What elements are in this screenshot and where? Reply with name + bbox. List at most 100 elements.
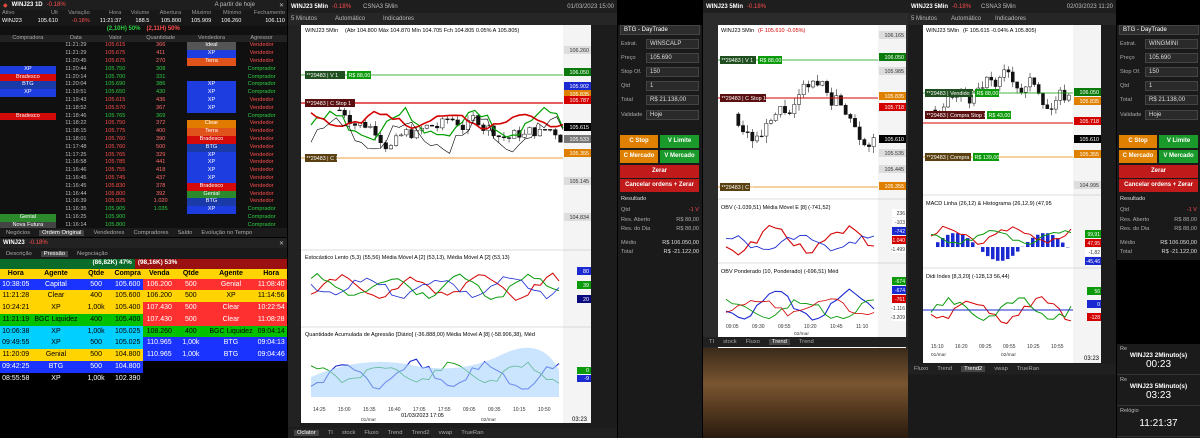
chart2-tab[interactable]: TI: [709, 339, 714, 345]
zero-button[interactable]: Zerar: [1119, 165, 1198, 178]
trade-row[interactable]: Genial 11:16:25 105.900 Comprador: [0, 213, 287, 222]
book-header-cell[interactable]: Hora: [255, 269, 287, 279]
chart3-tab[interactable]: Trend: [937, 366, 952, 372]
chart2-tab[interactable]: Trend: [799, 339, 814, 345]
book-header-cell[interactable]: Qtde: [175, 269, 207, 279]
book-header-cell[interactable]: Compra: [111, 269, 144, 279]
c-stop-button[interactable]: C Stop: [1119, 135, 1157, 148]
trade-row[interactable]: 11:18:22 105.750 372 Clear Vendedor: [0, 120, 287, 129]
book-header-cell[interactable]: Venda: [143, 269, 176, 279]
trade-row[interactable]: 11:17:25 105.765 329 XP Vendedor: [0, 151, 287, 160]
mode-select[interactable]: Automático: [951, 16, 981, 22]
field-price[interactable]: 105.690: [646, 53, 699, 63]
trade-row[interactable]: Bradesco 11:20:14 105.700 331 Comprador: [0, 73, 287, 82]
book-header-cell[interactable]: Agente: [31, 269, 81, 279]
interval-select[interactable]: 5 Minutos: [911, 16, 937, 22]
chart1-tab[interactable]: TrueRan: [461, 430, 483, 436]
trades-header-cell[interactable]: Data: [56, 35, 96, 43]
trades-tab[interactable]: Ordem Original: [39, 229, 85, 236]
field-qty[interactable]: 1: [1145, 81, 1198, 91]
trades-header-cell[interactable]: Compradora: [0, 35, 56, 43]
account-select[interactable]: BTG - DayTrade: [620, 25, 700, 35]
chart2-tab[interactable]: Trend: [768, 339, 790, 345]
book-row[interactable]: 11:21:19 BGC Liquidez 400 105.400 107.430 500…: [0, 313, 287, 326]
trade-row[interactable]: XP 11:19:51 105.650 430 XP Comprador: [0, 89, 287, 97]
v-market-button[interactable]: V Mercado: [660, 150, 699, 163]
book-row[interactable]: 11:20:09 Genial 500 104.800 110.965 1,00k BTG 0…: [0, 349, 287, 362]
field-validity[interactable]: Hoje: [646, 110, 699, 120]
interval-select[interactable]: 5 Minutos: [291, 16, 317, 22]
chart1-tab[interactable]: Trend: [388, 430, 403, 436]
book-tab[interactable]: Negociação: [77, 251, 108, 257]
v-limit-button[interactable]: V Limite: [1159, 135, 1198, 148]
trades-tab[interactable]: Compradores: [133, 230, 168, 236]
field-stop[interactable]: 150: [1145, 67, 1198, 77]
field-price[interactable]: 105.690: [1145, 53, 1198, 63]
indicators-button[interactable]: Indicadores: [995, 16, 1026, 22]
book-header-cell[interactable]: Hora: [0, 269, 32, 279]
field-asset[interactable]: WINSCALP: [646, 39, 699, 49]
trades-header-cell[interactable]: Quantidade: [135, 35, 187, 43]
field-asset[interactable]: WINGMINI: [1145, 39, 1198, 49]
chart1-tab[interactable]: TI: [328, 430, 333, 436]
trade-row[interactable]: XP 11:20:44 105.750 308 Comprador: [0, 65, 287, 74]
trade-row[interactable]: 11:16:58 105.785 441 XP Vendedor: [0, 159, 287, 168]
trade-row[interactable]: 11:19:43 105.615 436 XP Vendedor: [0, 96, 287, 105]
close-icon[interactable]: ✕: [279, 2, 284, 9]
book-tab[interactable]: Pressão: [40, 250, 69, 257]
chart3-tab[interactable]: Fluxo: [914, 366, 928, 372]
trades-tab[interactable]: Evolução no Tempo: [201, 230, 252, 236]
zero-button[interactable]: Zerar: [620, 165, 699, 178]
chart2-tab[interactable]: Fluxo: [746, 339, 760, 345]
chart1-tab[interactable]: Trend2: [412, 430, 430, 436]
field-total[interactable]: R$ 21.138,00: [646, 95, 699, 105]
book-row[interactable]: 11:21:28 Clear 400 105.600 106.200 500 XP 11:14…: [0, 290, 287, 303]
book-row[interactable]: 10:38:05 Capital 500 105.600 106.200 500 Genia…: [0, 278, 287, 291]
trades-header-cell[interactable]: Agressor: [236, 35, 287, 43]
chart1-tab[interactable]: Fluxo: [364, 430, 378, 436]
book-header-cell[interactable]: Qtde: [80, 269, 112, 279]
trade-row[interactable]: 11:18:15 105.775 400 Terra Vendedor: [0, 128, 287, 136]
field-qty[interactable]: 1: [646, 81, 699, 91]
c-market-button[interactable]: C Mercado: [1119, 150, 1157, 163]
field-validity[interactable]: Hoje: [1145, 110, 1198, 120]
trades-header-cell[interactable]: Valor: [96, 35, 134, 43]
trade-row[interactable]: 11:16:39 105.925 1.020 BTG Vendedor: [0, 198, 287, 207]
indicators-button[interactable]: Indicadores: [383, 16, 414, 22]
trade-row[interactable]: 11:16:44 105.800 392 Genial Vendedor: [0, 190, 287, 199]
trades-tab[interactable]: Vendedores: [93, 230, 124, 236]
trade-row[interactable]: 11:20:45 105.675 270 Terra Vendedor: [0, 57, 287, 66]
trade-row[interactable]: 11:21:29 105.675 411 XP Vendedor: [0, 50, 287, 58]
trades-tab[interactable]: Saldo: [178, 230, 193, 236]
v-market-button[interactable]: V Mercado: [1159, 150, 1198, 163]
chart1-tab2[interactable]: CSNA3 5Min: [363, 4, 398, 10]
trades-tab[interactable]: Negócios: [6, 230, 30, 236]
chart3-tab[interactable]: vwap: [994, 366, 1008, 372]
trade-row[interactable]: BTG 11:20:04 105.690 386 XP Comprador: [0, 81, 287, 90]
trades-header-cell[interactable]: Vendedora: [187, 35, 236, 43]
trade-row[interactable]: 11:17:48 105.760 500 BTG Vendedor: [0, 143, 287, 152]
trade-row[interactable]: Bradesco 11:18:46 105.765 369 Comprador: [0, 112, 287, 121]
mode-select[interactable]: Automático: [335, 16, 365, 22]
book-tab[interactable]: Descrição: [6, 251, 32, 257]
chart2-tab[interactable]: stock: [723, 339, 737, 345]
book-row[interactable]: 10:24:21 XP 1,00k 105.400 107.430 500 Clear 10:…: [0, 302, 287, 314]
chart1-tab[interactable]: stock: [342, 430, 356, 436]
chart3-tab2[interactable]: CSNA3 5Min: [981, 4, 1016, 10]
chart1-tab[interactable]: vwap: [439, 430, 453, 436]
book-row[interactable]: 09:42:25 BTG 500 104.800: [0, 361, 287, 373]
close-icon[interactable]: ✕: [279, 240, 284, 247]
cancel-orders-button[interactable]: Cancelar ordens + Zerar: [1119, 179, 1198, 192]
account-select[interactable]: BTG - DayTrade: [1119, 25, 1199, 35]
chart3-tab[interactable]: Trend2: [961, 366, 986, 372]
book-header-cell[interactable]: Agente: [206, 269, 256, 279]
trade-row[interactable]: 11:16:46 105.755 418 XP Vendedor: [0, 167, 287, 175]
field-total[interactable]: R$ 21.138,00: [1145, 95, 1198, 105]
book-row[interactable]: 08:55:58 XP 1,00k 102.390: [0, 372, 287, 385]
v-limit-button[interactable]: V Limite: [660, 135, 699, 148]
trade-row[interactable]: 11:16:35 105.905 1.035 XP Comprador: [0, 206, 287, 214]
cancel-orders-button[interactable]: Cancelar ordens + Zerar: [620, 179, 699, 192]
chart1-tab[interactable]: Oclator: [294, 430, 319, 436]
trade-row[interactable]: 11:18:01 105.760 390 Bradesco Vendedor: [0, 135, 287, 144]
book-row[interactable]: 09:49:55 XP 500 105.025 110.965 1,00k BTG 09:04…: [0, 337, 287, 350]
